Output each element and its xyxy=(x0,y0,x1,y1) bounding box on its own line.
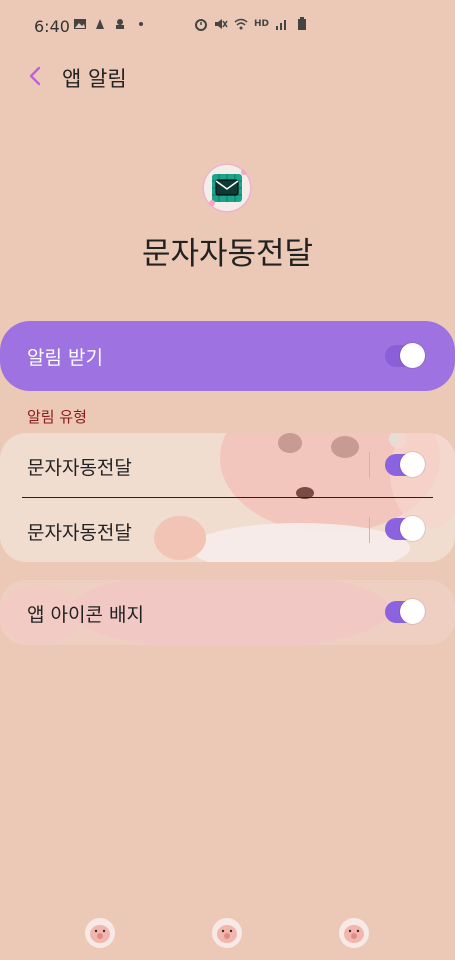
recent-apps-button[interactable] xyxy=(84,917,116,949)
switch-knob xyxy=(400,516,425,541)
dot-icon xyxy=(139,22,143,26)
hd-voice-icon: HD xyxy=(253,19,269,29)
separator xyxy=(369,452,370,478)
app-name: 문자자동전달 xyxy=(141,236,314,272)
switch-knob xyxy=(400,343,425,368)
app-notification-icon xyxy=(96,19,104,29)
section-header: 알림 유형 xyxy=(27,408,87,426)
gallery-icon xyxy=(74,19,86,29)
status-right-icons: HD xyxy=(194,17,309,31)
navigation-bar xyxy=(0,910,455,960)
allow-notifications-label: 알림 받기 xyxy=(27,347,103,369)
app-notification-icon xyxy=(116,19,124,29)
switch-knob xyxy=(400,452,425,477)
channel-row[interactable]: 문자자동전달 xyxy=(0,433,455,497)
app-icon xyxy=(202,163,252,213)
channel-label: 문자자동전달 xyxy=(27,457,132,479)
page-title: 앱 알림 xyxy=(62,67,127,91)
back-arrow-icon[interactable] xyxy=(22,62,50,90)
status-left-icons xyxy=(73,17,143,31)
channel-label: 문자자동전달 xyxy=(27,522,132,544)
mute-icon xyxy=(214,19,228,29)
status-time: 6:40 xyxy=(34,17,70,36)
app-icon-badges-switch[interactable] xyxy=(385,599,425,624)
switch-knob xyxy=(400,599,425,624)
notification-categories-card: 문자자동전달 문자자동전달 xyxy=(0,433,455,562)
channel-switch[interactable] xyxy=(385,516,425,541)
alarm-icon xyxy=(194,19,207,31)
back-button[interactable] xyxy=(338,917,370,949)
separator xyxy=(369,517,370,543)
battery-icon xyxy=(298,17,306,30)
wifi-icon xyxy=(234,18,248,30)
mail-icon xyxy=(202,163,252,213)
app-bar: 앱 알림 xyxy=(0,52,455,102)
home-button[interactable] xyxy=(211,917,243,949)
status-bar: 6:40 HD xyxy=(0,0,455,52)
channel-switch[interactable] xyxy=(385,452,425,477)
channel-row[interactable]: 문자자동전달 xyxy=(0,498,455,562)
allow-notifications-row[interactable]: 알림 받기 xyxy=(0,321,455,391)
allow-notifications-switch[interactable] xyxy=(385,343,425,368)
app-icon-badges-label: 앱 아이콘 배지 xyxy=(27,604,144,626)
app-icon-badges-row[interactable]: 앱 아이콘 배지 xyxy=(0,580,455,645)
signal-icon xyxy=(276,20,286,30)
